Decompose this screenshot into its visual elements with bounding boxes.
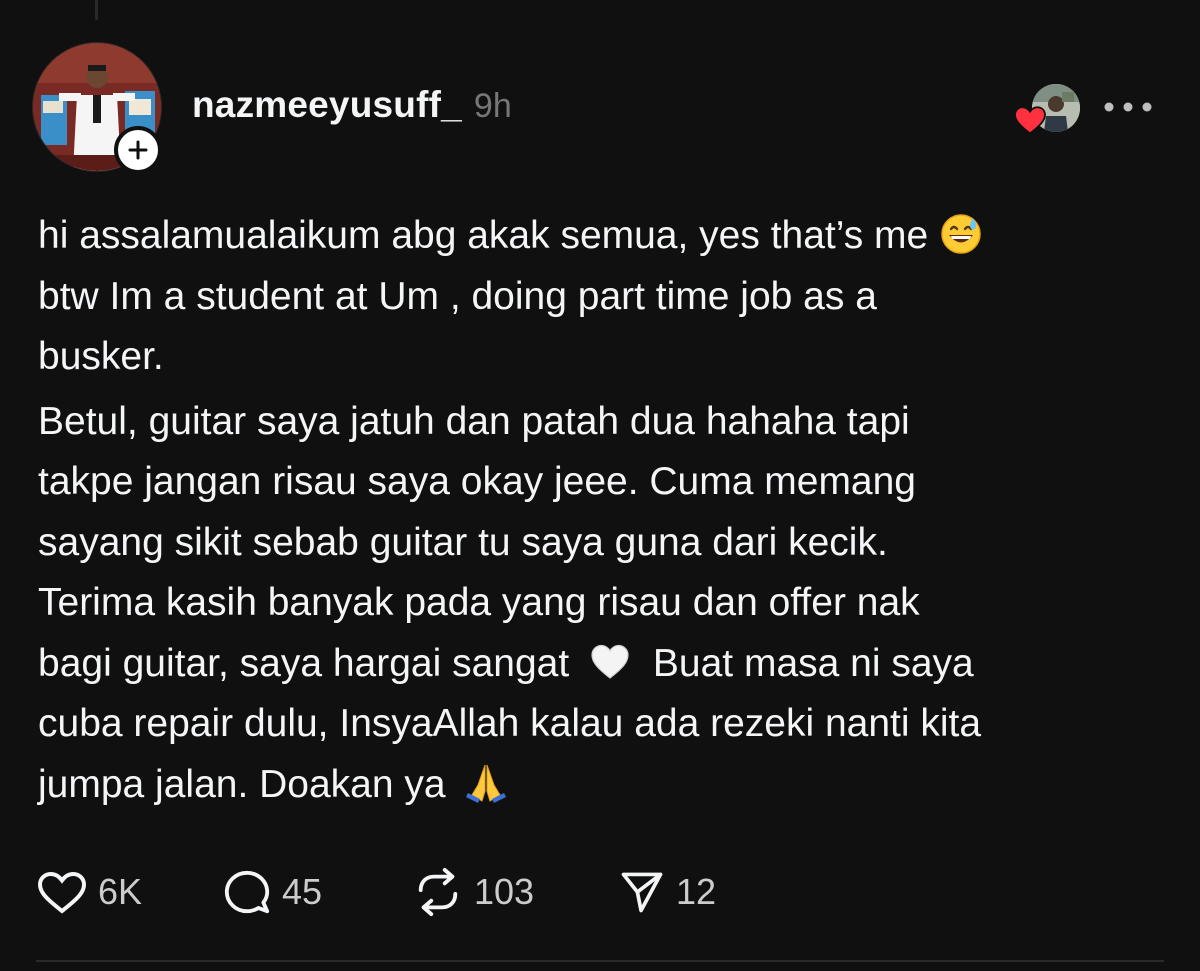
red-heart-icon — [1014, 106, 1046, 135]
like-count: 6K — [98, 871, 143, 912]
more-horizontal-icon — [1104, 102, 1152, 112]
post-text: hi assalamualaikum abg akak semua, yes t… — [38, 206, 1158, 815]
paper-plane-icon — [621, 872, 663, 913]
post-line: bagi guitar, saya hargai sangat — [38, 641, 570, 685]
post-line: busker. — [38, 335, 164, 378]
post-line: sayang sikit sebab guitar tu saya guna d… — [38, 520, 888, 564]
username-link[interactable]: nazmeeyusuff_ — [192, 84, 462, 126]
follow-button[interactable] — [114, 126, 162, 174]
author-avatar-container[interactable] — [32, 42, 162, 174]
repost-arrows-icon — [418, 867, 458, 917]
share-count: 12 — [676, 871, 717, 912]
post-divider — [36, 960, 1164, 962]
reply-button[interactable]: 45 — [222, 867, 340, 917]
post-line: Betul, guitar saya jatuh dan patah dua h… — [38, 399, 910, 443]
post-line: btw Im a student at Um , doing part time… — [38, 274, 877, 318]
plus-icon — [128, 140, 148, 160]
speech-bubble-icon — [224, 870, 270, 914]
repost-count: 103 — [474, 871, 535, 912]
post-line: hi assalamualaikum abg akak semua, yes t… — [38, 214, 929, 257]
share-button[interactable]: 12 — [618, 867, 716, 917]
post-header: nazmeeyusuff_ 9h — [192, 84, 512, 126]
post-paragraph-2: Betul, guitar saya jatuh dan patah dua h… — [38, 392, 1158, 816]
post-timestamp: 9h — [473, 87, 512, 125]
thread-connector-line — [95, 0, 98, 20]
post-line: takpe jangan risau saya okay jeee. Cuma … — [38, 460, 916, 503]
liked-by-indicator[interactable] — [1008, 82, 1080, 138]
post-line: jumpa jalan. Doakan ya — [38, 762, 446, 806]
post-line: cuba repair dulu, InsyaAllah kalau ada r… — [38, 702, 982, 745]
post-actions-bar: 6K 45 103 12 — [36, 862, 716, 922]
white-heart-emoji-icon — [591, 644, 629, 679]
repost-button[interactable]: 103 — [412, 867, 552, 917]
reply-count: 45 — [282, 871, 323, 912]
like-button[interactable]: 6K — [36, 868, 156, 916]
post-line: Terima kasih banyak pada yang risau dan … — [38, 581, 920, 624]
more-options-button[interactable] — [1098, 88, 1158, 126]
folded-hands-emoji-icon — [466, 764, 507, 803]
post-line: Buat masa ni saya — [652, 641, 974, 685]
post-paragraph-1: hi assalamualaikum abg akak semua, yes t… — [38, 206, 1158, 388]
grinning-sweat-emoji-icon — [941, 214, 981, 254]
heart-outline-icon — [37, 871, 87, 914]
